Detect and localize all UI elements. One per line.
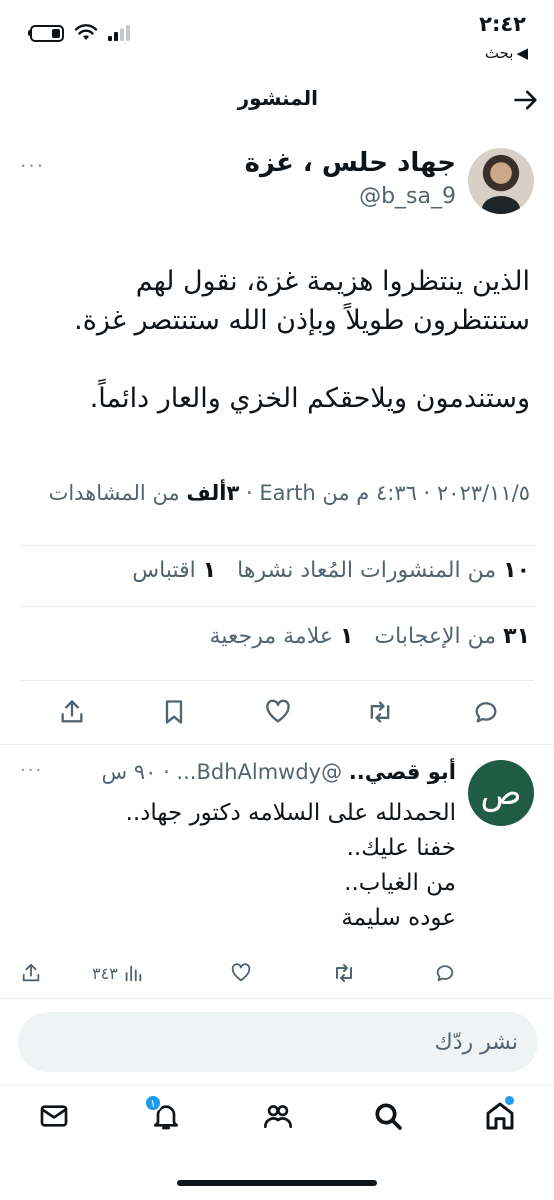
post-actions [0, 688, 554, 744]
header: المنشور [0, 70, 554, 128]
divider [0, 998, 554, 999]
reply-avatar[interactable]: ص [468, 760, 534, 826]
battery-icon [28, 24, 64, 42]
divider [0, 1084, 554, 1085]
bookmarks-label: علامة مرجعية [209, 624, 333, 649]
divider [20, 680, 534, 681]
reply-views-button[interactable]: ٣٤٣ [92, 960, 144, 986]
reposts-count: ١٠ [503, 558, 530, 583]
reply-text-line: عوده سليمة [341, 905, 456, 931]
author-name[interactable]: جهاد حلس ، غزة [245, 148, 456, 178]
reply-text-line: خفنا عليك.. [346, 835, 456, 861]
reply-text-line: الحمدلله على السلامه دكتور جهاد.. [125, 800, 456, 826]
reply-icon [436, 965, 454, 982]
back-arrow-icon[interactable] [512, 86, 540, 114]
views-chart-icon [125, 965, 142, 982]
back-triangle-icon: ◀ [516, 44, 528, 62]
author-handle[interactable]: @b_sa_9 [359, 184, 456, 209]
messages-icon[interactable] [38, 1100, 70, 1132]
bookmark-icon[interactable] [160, 698, 188, 726]
like-heart-icon [231, 963, 251, 982]
signal-icon [108, 25, 130, 41]
post-meta: ٢٠٢٣/١١/٥ · ٤:٣٦ م من Earth · ٣ألف من ال… [24, 478, 530, 509]
bookmarks-count: ١ [339, 624, 354, 649]
status-icons [28, 24, 130, 42]
more-options-icon[interactable]: ··· [20, 154, 45, 178]
views-count: ٣ألف [186, 481, 240, 505]
like-heart-icon[interactable] [264, 698, 292, 726]
reply-header: أبو قصي.. @BdhAlmwdy... · ٩٠ س [102, 760, 456, 784]
notifications-button[interactable]: ١ [144, 1094, 182, 1132]
reposts-label: من المنشورات المُعاد نشرها [237, 558, 497, 583]
home-icon [486, 1102, 514, 1130]
post-author: جهاد حلس ، غزة @b_sa_9 ··· [0, 148, 554, 218]
reply-actions: ٣٤٣ [0, 960, 554, 992]
quotes-count: ١ [202, 558, 217, 583]
home-indicator [177, 1180, 377, 1186]
status-time: ٢:٤٢ [479, 12, 526, 36]
reply-more-options-icon[interactable]: ··· [20, 760, 43, 781]
reply-repost-button[interactable] [332, 960, 356, 986]
share-icon [22, 963, 40, 982]
bottom-nav: ١ [0, 1094, 554, 1154]
reply-text: الحمدلله على السلامه دكتور جهاد.. خفنا ع… [26, 796, 456, 936]
repost-stats[interactable]: ١٠ من المنشورات المُعاد نشرها ١ اقتباس [24, 558, 530, 583]
post-timestamp: ٢٠٢٣/١١/٥ · ٤:٣٦ م من Earth · [245, 481, 530, 505]
post-text: الذين ينتظروا هزيمة غزة، نقول لهم ستنتظر… [24, 262, 530, 418]
notifications-badge: ١ [144, 1094, 162, 1112]
author-avatar[interactable] [468, 148, 534, 214]
reply-author-name[interactable]: أبو قصي.. [349, 760, 456, 784]
wifi-icon [74, 24, 98, 40]
reply-input[interactable] [18, 1012, 538, 1072]
post-text-line: وستندمون ويلاحقكم الخزي والعار دائماً. [89, 383, 530, 414]
reply-icon[interactable] [472, 698, 500, 726]
like-stats[interactable]: ٣١ من الإعجابات ١ علامة مرجعية [24, 624, 530, 649]
likes-label: من الإعجابات [374, 624, 497, 649]
views-label: من المشاهدات [48, 481, 180, 505]
repost-icon [336, 964, 352, 982]
divider [20, 606, 534, 607]
reply-handle-time: @BdhAlmwdy... · ٩٠ س [101, 760, 343, 784]
repost-icon[interactable] [366, 698, 394, 726]
post-text-line: ستنتظرون طويلاً وبإذن الله ستنتصر غزة. [74, 305, 530, 336]
share-icon[interactable] [58, 698, 86, 726]
quotes-label: اقتباس [132, 558, 196, 583]
reply-like-button[interactable] [230, 960, 252, 986]
reply-share-button[interactable] [20, 960, 42, 986]
search-icon[interactable] [372, 1100, 404, 1132]
status-bar: ٢:٤٢ ◀ بحث [0, 0, 554, 70]
back-to-search-label: بحث [484, 44, 514, 62]
likes-count: ٣١ [503, 624, 530, 649]
home-new-indicator [505, 1096, 514, 1105]
reply-views-count: ٣٤٣ [92, 963, 118, 983]
reply-composer[interactable] [18, 1012, 538, 1072]
back-to-search-link[interactable]: ◀ بحث [485, 44, 528, 62]
divider [20, 545, 534, 546]
divider [0, 744, 554, 745]
communities-icon[interactable] [262, 1100, 294, 1132]
reply-text-line: من الغياب.. [344, 870, 456, 896]
reply-reply-button[interactable] [434, 960, 456, 986]
home-button[interactable] [484, 1096, 516, 1132]
page-title: المنشور [237, 86, 318, 110]
post-text-line: الذين ينتظروا هزيمة غزة، نقول لهم [135, 266, 530, 297]
